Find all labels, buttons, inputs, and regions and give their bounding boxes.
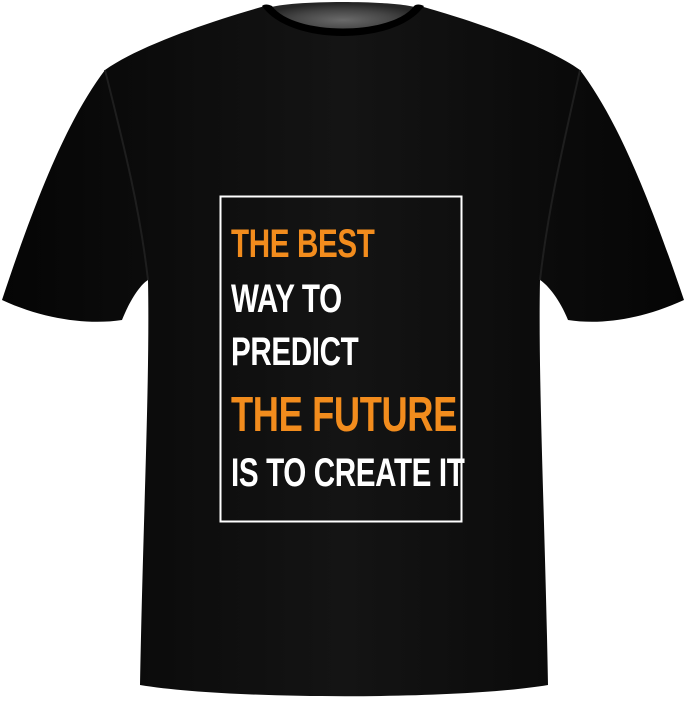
print-line-2: WAY TO <box>231 277 342 321</box>
print-line-5: IS TO CREATE IT <box>231 451 465 495</box>
print-line-3: PREDICT <box>231 330 359 374</box>
print-line-1: THE BEST <box>231 222 375 266</box>
print-line-4: THE FUTURE <box>231 388 457 442</box>
